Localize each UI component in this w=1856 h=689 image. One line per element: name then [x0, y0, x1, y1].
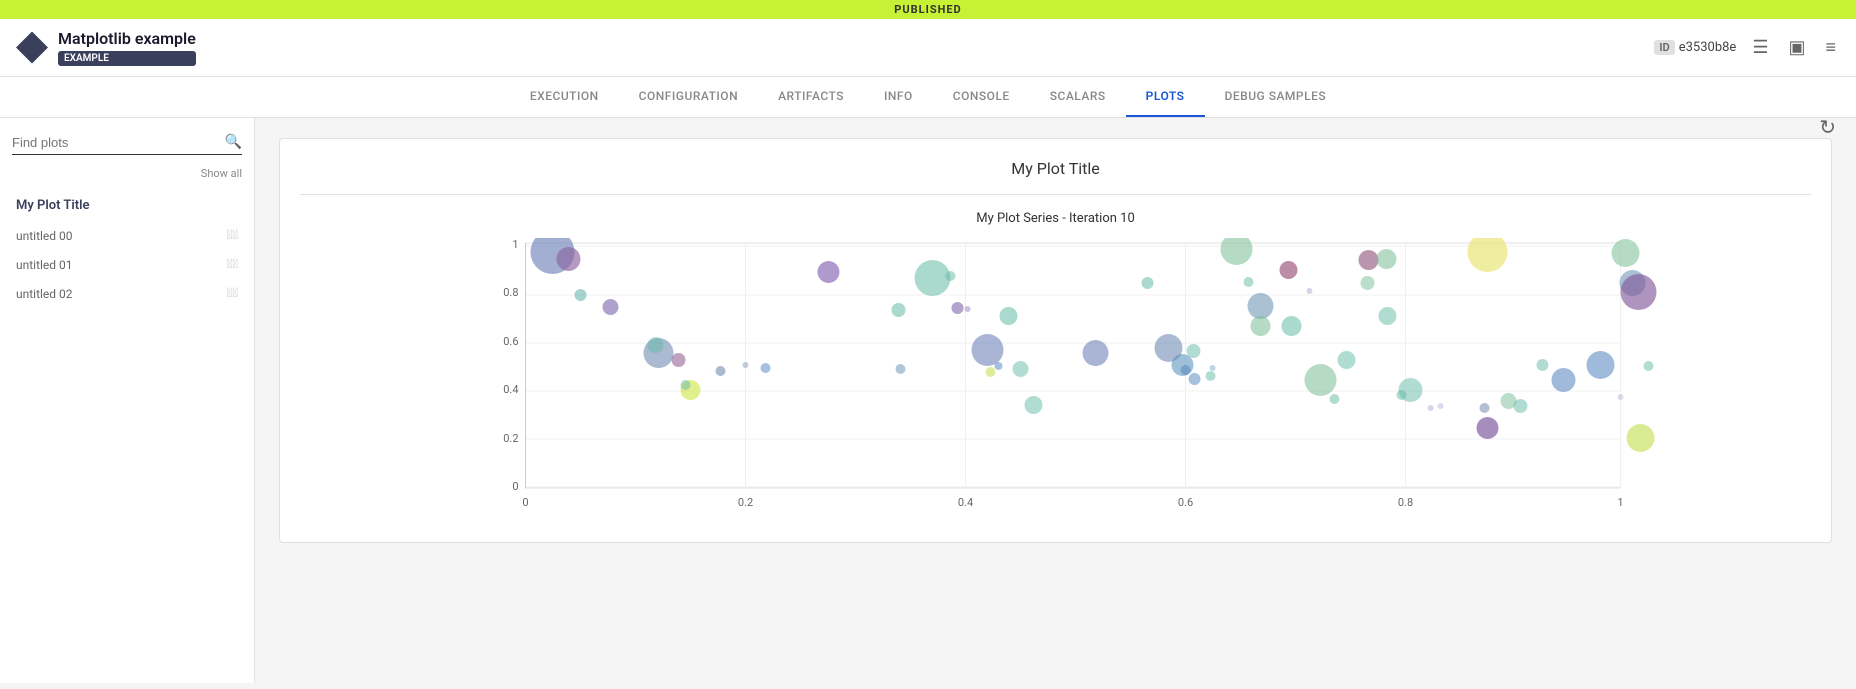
- tab-console[interactable]: CONSOLE: [933, 77, 1030, 117]
- refresh-icon[interactable]: ↻: [1819, 115, 1836, 140]
- svg-text:0.4: 0.4: [958, 496, 973, 509]
- nav-tabs: EXECUTION CONFIGURATION ARTIFACTS INFO C…: [0, 77, 1856, 118]
- tab-configuration[interactable]: CONFIGURATION: [619, 77, 758, 117]
- list-item-label: untitled 01: [16, 258, 73, 272]
- tab-plots[interactable]: PLOTS: [1126, 77, 1205, 117]
- content-area: My Plot Title My Plot Series - Iteration…: [255, 118, 1856, 683]
- search-icon: 🔍: [225, 134, 242, 150]
- show-all-button[interactable]: Show all: [12, 167, 242, 180]
- id-label: ID: [1654, 40, 1674, 55]
- svg-text:1: 1: [512, 238, 518, 251]
- plot-title: My Plot Title: [300, 159, 1811, 178]
- list-item[interactable]: untitled 01 👁⃠: [12, 252, 242, 277]
- tab-info[interactable]: INFO: [864, 77, 933, 117]
- plot-container: My Plot Title My Plot Series - Iteration…: [279, 138, 1832, 543]
- svg-text:0.8: 0.8: [503, 286, 518, 299]
- search-input[interactable]: [12, 135, 225, 150]
- list-item-label: untitled 02: [16, 287, 73, 301]
- svg-text:0.6: 0.6: [503, 335, 518, 348]
- header-right: ID e3530b8e ☰ ▣ ≡: [1654, 33, 1840, 62]
- eye-slash-icon: 👁⃠: [226, 257, 238, 272]
- list-item[interactable]: untitled 02 👁⃠: [12, 281, 242, 306]
- tab-artifacts[interactable]: ARTIFACTS: [758, 77, 864, 117]
- list-item[interactable]: untitled 00 👁⃠: [12, 223, 242, 248]
- tab-scalars[interactable]: SCALARS: [1030, 77, 1126, 117]
- eye-slash-icon: 👁⃠: [226, 286, 238, 301]
- published-bar: PUBLISHED: [0, 0, 1856, 19]
- svg-text:0.2: 0.2: [503, 432, 518, 445]
- plot-divider: [300, 194, 1811, 195]
- sidebar-section-title: My Plot Title: [12, 192, 242, 219]
- list-item-label: untitled 00: [16, 229, 73, 243]
- refresh-button[interactable]: ↻: [1819, 115, 1836, 140]
- header: Matplotlib example EXAMPLE ID e3530b8e ☰…: [0, 19, 1856, 77]
- tab-execution[interactable]: EXECUTION: [510, 77, 619, 117]
- svg-text:0.2: 0.2: [738, 496, 753, 509]
- example-badge: EXAMPLE: [58, 51, 196, 66]
- app-logo: Matplotlib example EXAMPLE: [16, 29, 196, 66]
- svg-text:0: 0: [512, 480, 518, 493]
- id-badge: ID e3530b8e: [1654, 40, 1736, 55]
- main-layout: 🔍 Show all My Plot Title untitled 00 👁⃠ …: [0, 118, 1856, 683]
- sidebar: 🔍 Show all My Plot Title untitled 00 👁⃠ …: [0, 118, 255, 683]
- menu-button[interactable]: ≡: [1821, 33, 1840, 62]
- tab-debug-samples[interactable]: DEBUG SAMPLES: [1205, 77, 1347, 117]
- scatter-chart: 1 0.8 0.6 0.4 0.2 0 0 0.2 0.4 0.6 0.8 1: [300, 238, 1811, 518]
- id-value: e3530b8e: [1679, 40, 1737, 55]
- svg-text:0.6: 0.6: [1178, 496, 1193, 509]
- logo-icon: [16, 32, 48, 64]
- svg-text:1: 1: [1617, 496, 1623, 509]
- layout-button[interactable]: ▣: [1784, 33, 1809, 62]
- svg-text:0.4: 0.4: [503, 383, 518, 396]
- app-title: Matplotlib example: [58, 29, 196, 48]
- plot-series-title: My Plot Series - Iteration 10: [300, 211, 1811, 226]
- eye-slash-icon: 👁⃠: [226, 228, 238, 243]
- svg-text:0: 0: [522, 496, 528, 509]
- svg-text:0.8: 0.8: [1398, 496, 1413, 509]
- search-box[interactable]: 🔍: [12, 134, 242, 155]
- description-button[interactable]: ☰: [1748, 33, 1772, 62]
